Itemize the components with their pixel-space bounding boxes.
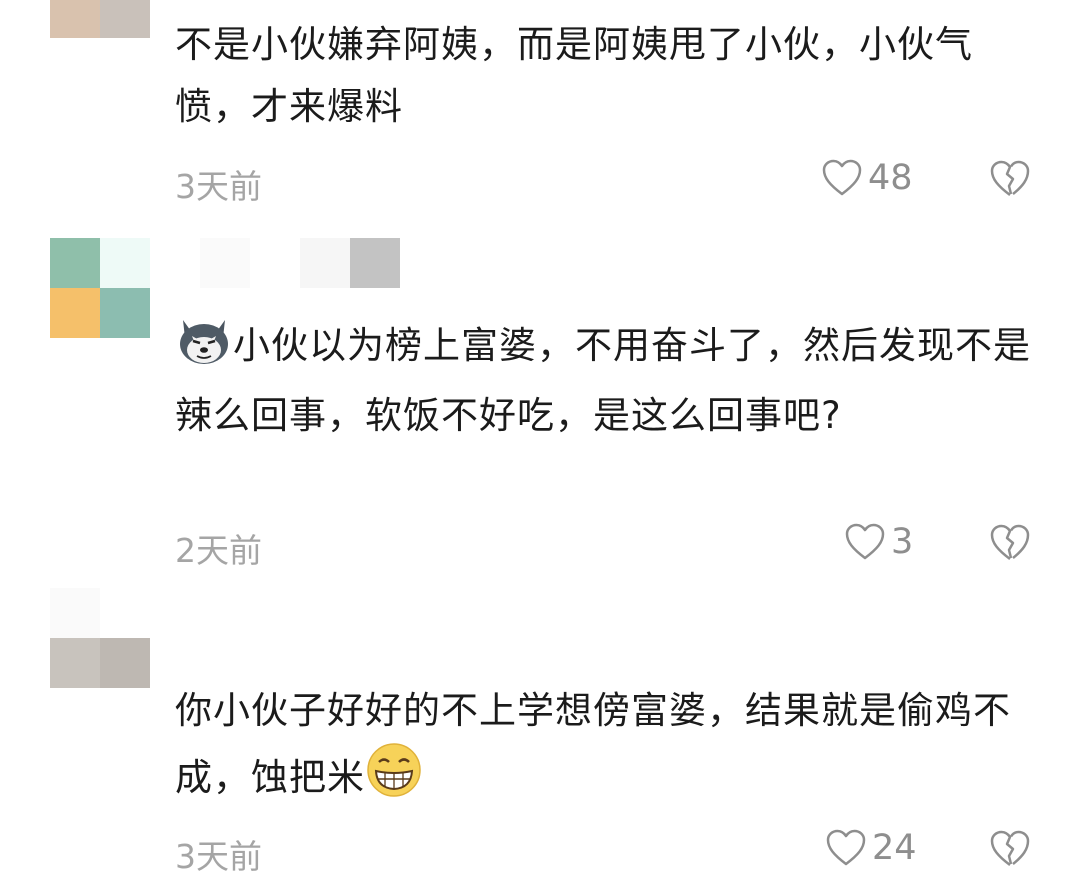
comment-time: 3天前 — [175, 837, 262, 876]
username-blurred[interactable] — [200, 238, 400, 288]
like-button[interactable]: 24 — [826, 828, 917, 868]
like-count: 24 — [872, 828, 917, 868]
dislike-button[interactable] — [990, 830, 1030, 872]
comment-time: 2天前 — [175, 531, 262, 570]
heart-outline-icon — [845, 523, 885, 560]
comment-text: 小伙以为榜上富婆，不用奋斗了，然后发现不是辣么回事，软饭不好吃，是这么回事吧? — [175, 314, 1045, 447]
dislike-button[interactable] — [990, 524, 1030, 566]
avatar[interactable] — [50, 238, 150, 338]
broken-heart-icon — [990, 160, 1030, 196]
comment-text-body: 不是小伙嫌弃阿姨，而是阿姨甩了小伙，小伙气愤，才来爆料 — [175, 23, 973, 128]
heart-outline-icon — [826, 829, 866, 866]
avatar[interactable] — [50, 588, 150, 688]
comment-text-body: 小伙以为榜上富婆，不用奋斗了，然后发现不是辣么回事，软饭不好吃，是这么回事吧? — [175, 324, 1031, 437]
like-count: 3 — [891, 522, 914, 562]
grinning-face-emoji — [365, 742, 423, 817]
comment-text: 不是小伙嫌弃阿姨，而是阿姨甩了小伙，小伙气愤，才来爆料 — [175, 14, 1045, 138]
like-count: 48 — [868, 158, 913, 198]
like-button[interactable]: 48 — [822, 158, 913, 198]
broken-heart-icon — [990, 830, 1030, 866]
avatar[interactable] — [50, 0, 150, 38]
husky-dog-emoji — [175, 314, 233, 385]
dislike-button[interactable] — [990, 160, 1030, 202]
comment-time: 3天前 — [175, 167, 262, 206]
like-button[interactable]: 3 — [845, 522, 913, 562]
heart-outline-icon — [822, 159, 862, 196]
comment-item: 小伙以为榜上富婆，不用奋斗了，然后发现不是辣么回事，软饭不好吃，是这么回事吧? … — [0, 230, 1080, 600]
comment-text-body: 你小伙子好好的不上学想傍富婆，结果就是偷鸡不成，蚀把米 — [175, 689, 1011, 799]
comment-item: 你小伙子好好的不上学想傍富婆，结果就是偷鸡不成，蚀把米 3天前 24 — [0, 588, 1080, 888]
comment-item: 不是小伙嫌弃阿姨，而是阿姨甩了小伙，小伙气愤，才来爆料 3天前 48 — [0, 0, 1080, 230]
comment-text: 你小伙子好好的不上学想傍富婆，结果就是偷鸡不成，蚀把米 — [175, 680, 1045, 817]
broken-heart-icon — [990, 524, 1030, 560]
